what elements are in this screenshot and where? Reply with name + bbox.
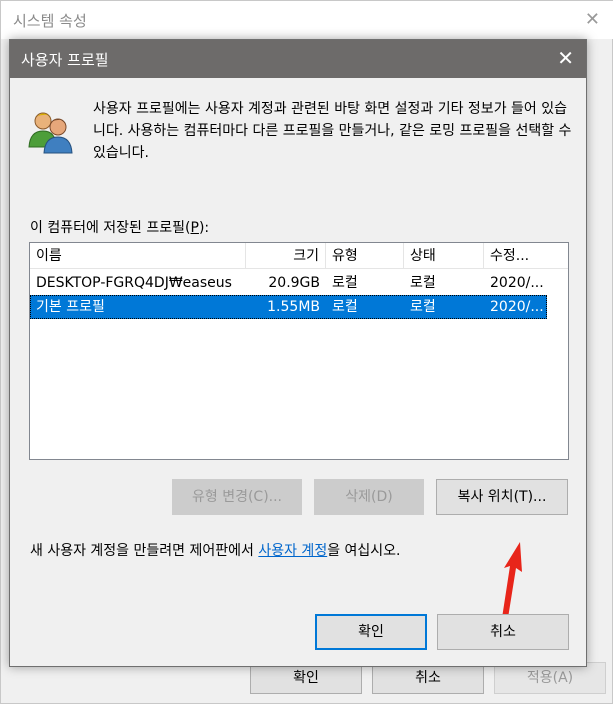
new-account-suffix: 을 여십시오. <box>327 543 401 559</box>
cell-name: 기본 프로필 <box>36 299 105 315</box>
ok-button[interactable]: 확인 <box>315 614 427 650</box>
system-properties-title: 시스템 속성 <box>13 12 87 30</box>
system-properties-titlebar: 시스템 속성 ✕ <box>1 1 613 39</box>
cell-modified: 2020/... <box>490 275 544 291</box>
stored-label-accelerator: P <box>190 220 199 236</box>
dialog-title: 사용자 프로필 <box>21 51 109 69</box>
cell-modified: 2020/... <box>490 299 544 315</box>
cell-type: 로컬 <box>332 299 358 315</box>
cancel-button[interactable]: 취소 <box>437 614 569 650</box>
table-row-selected[interactable]: 기본 프로필 1.55MB 로컬 로컬 2020/... <box>30 295 547 319</box>
column-header-type[interactable]: 유형 <box>326 243 404 269</box>
new-account-prefix: 새 사용자 계정을 만들려면 제어판에서 <box>30 543 259 559</box>
column-header-modified[interactable]: 수정... <box>484 243 568 269</box>
stored-profiles-label: 이 컴퓨터에 저장된 프로필(P): <box>30 217 209 237</box>
table-row[interactable]: DESKTOP-FGRQ4DJ₩easeus 20.9GB 로컬 로컬 2020… <box>30 271 547 295</box>
column-header-status[interactable]: 상태 <box>404 243 484 269</box>
red-arrow-icon <box>502 542 522 618</box>
close-icon[interactable]: ✕ <box>585 9 600 30</box>
delete-button[interactable]: 삭제(D) <box>314 479 424 515</box>
list-header: 이름 크기 유형 상태 수정... <box>30 243 568 269</box>
stored-label-prefix: 이 컴퓨터에 저장된 프로필( <box>30 220 191 236</box>
new-account-hint: 새 사용자 계정을 만들려면 제어판에서 사용자 계정을 여십시오. <box>30 540 401 560</box>
column-header-size[interactable]: 크기 <box>246 243 326 269</box>
copy-to-button[interactable]: 복사 위치(T)... <box>436 479 568 515</box>
change-type-button[interactable]: 유형 변경(C)... <box>172 479 302 515</box>
profile-description: 사용자 프로필에는 사용자 계정과 관련된 바탕 화면 설정과 기타 정보가 들… <box>93 101 572 161</box>
user-profiles-dialog: 사용자 프로필 ✕ 사용자 프로필에는 사용자 계정과 관련된 바탕 화면 설정… <box>9 39 587 667</box>
users-icon <box>28 112 73 154</box>
cell-status: 로컬 <box>410 299 436 315</box>
dialog-titlebar: 사용자 프로필 ✕ <box>10 40 586 78</box>
profile-list[interactable]: 이름 크기 유형 상태 수정... DESKTOP-FGRQ4DJ₩easeus… <box>29 242 569 460</box>
cell-size: 1.55MB <box>267 299 320 315</box>
close-icon[interactable]: ✕ <box>557 46 574 70</box>
cell-size: 20.9GB <box>268 275 320 291</box>
user-accounts-link[interactable]: 사용자 계정 <box>258 543 327 559</box>
cell-status: 로컬 <box>410 275 436 291</box>
cell-name: DESKTOP-FGRQ4DJ₩easeus <box>36 275 232 291</box>
column-header-name[interactable]: 이름 <box>30 243 246 269</box>
stored-label-suffix: ): <box>198 220 210 236</box>
cell-type: 로컬 <box>332 275 358 291</box>
